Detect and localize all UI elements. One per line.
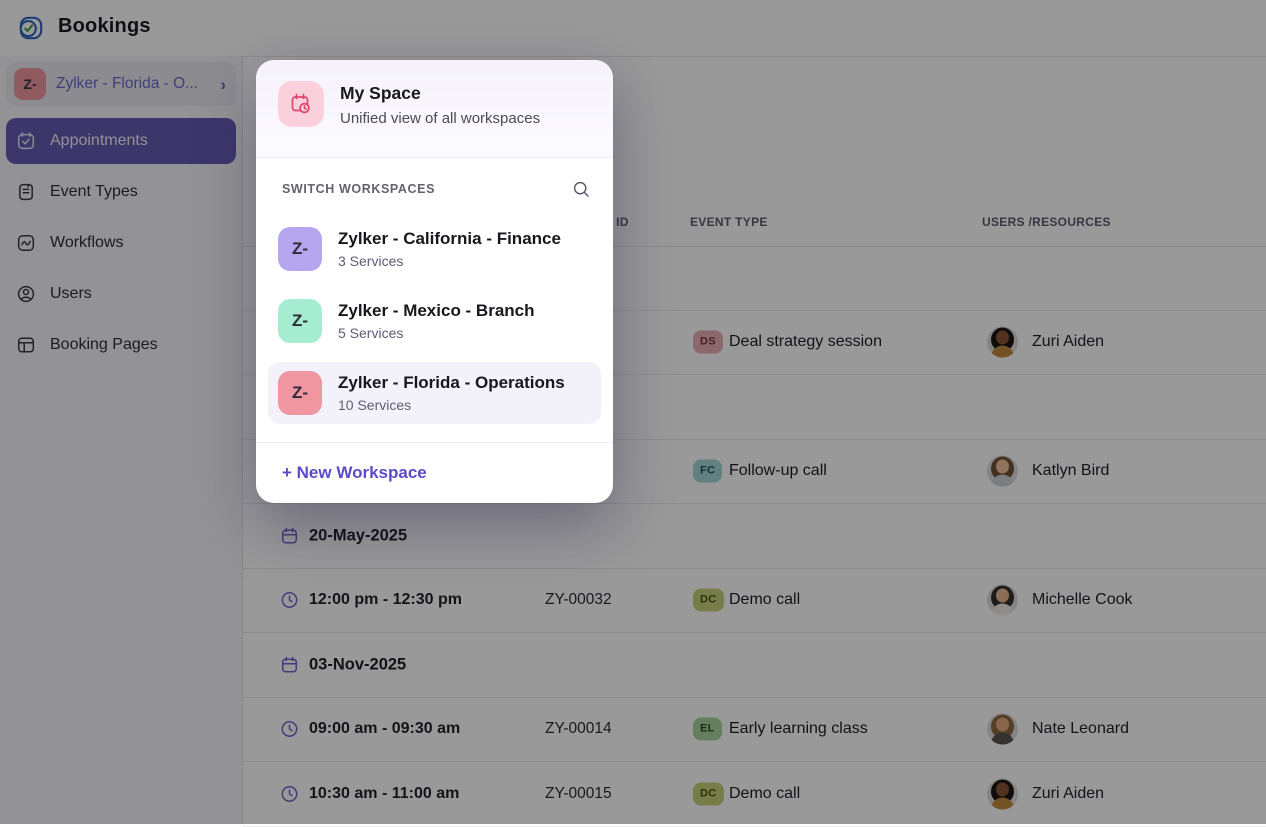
- workspace-list: Z- Zylker - California - Finance 3 Servi…: [268, 218, 601, 434]
- workspace-name: Zylker - Florida - Operations: [338, 373, 565, 393]
- workspace-item-mexico[interactable]: Z- Zylker - Mexico - Branch 5 Services: [268, 290, 601, 352]
- my-space-item[interactable]: My Space Unified view of all workspaces: [256, 60, 613, 158]
- my-space-title: My Space: [340, 83, 421, 104]
- modal-backdrop[interactable]: [0, 0, 1266, 824]
- workspace-services-count: 5 Services: [338, 325, 535, 341]
- workspace-item-florida-selected[interactable]: Z- Zylker - Florida - Operations 10 Serv…: [268, 362, 601, 424]
- workspace-avatar: Z-: [278, 371, 322, 415]
- my-space-calendar-icon: [278, 81, 324, 127]
- search-icon[interactable]: [571, 179, 591, 199]
- my-space-subtitle: Unified view of all workspaces: [340, 110, 540, 127]
- workspace-services-count: 10 Services: [338, 397, 565, 413]
- switch-workspaces-header: SWITCH WORKSPACES: [282, 179, 591, 199]
- switch-workspaces-label: SWITCH WORKSPACES: [282, 182, 435, 196]
- workspace-switcher-popover: My Space Unified view of all workspaces …: [256, 60, 613, 503]
- workspace-name: Zylker - Mexico - Branch: [338, 301, 535, 321]
- workspace-avatar: Z-: [278, 227, 322, 271]
- workspace-services-count: 3 Services: [338, 253, 561, 269]
- workspace-item-california[interactable]: Z- Zylker - California - Finance 3 Servi…: [268, 218, 601, 280]
- new-workspace-button[interactable]: + New Workspace: [256, 442, 613, 503]
- workspace-avatar: Z-: [278, 299, 322, 343]
- workspace-name: Zylker - California - Finance: [338, 229, 561, 249]
